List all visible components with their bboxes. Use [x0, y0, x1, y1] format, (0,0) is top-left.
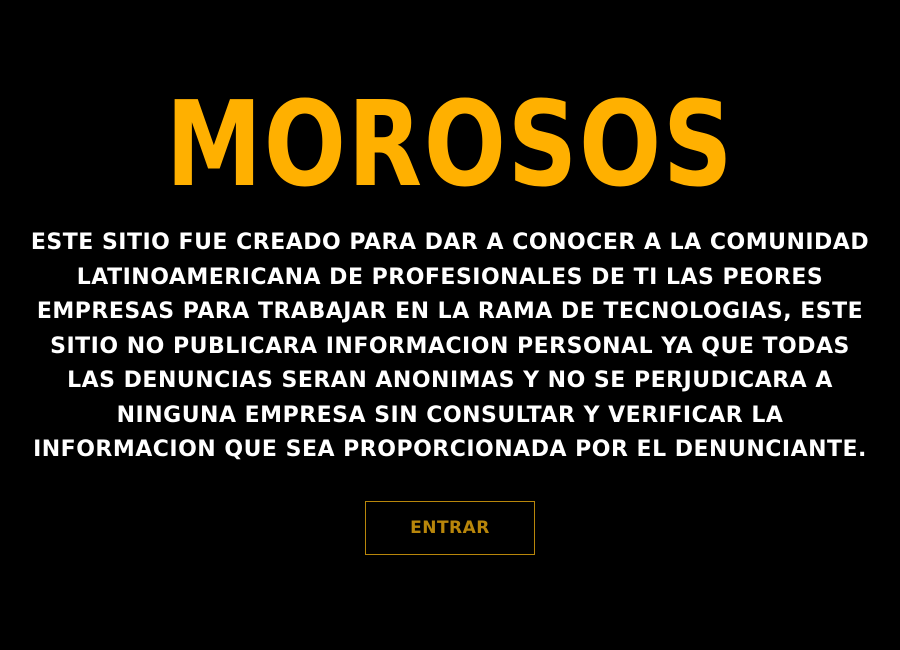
enter-button[interactable]: ENTRAR — [365, 501, 535, 555]
page-title: MOROSOS — [165, 75, 735, 213]
landing-page: MOROSOS ESTE SITIO FUE CREADO PARA DAR A… — [0, 0, 900, 650]
site-description: ESTE SITIO FUE CREADO PARA DAR A CONOCER… — [30, 230, 870, 462]
